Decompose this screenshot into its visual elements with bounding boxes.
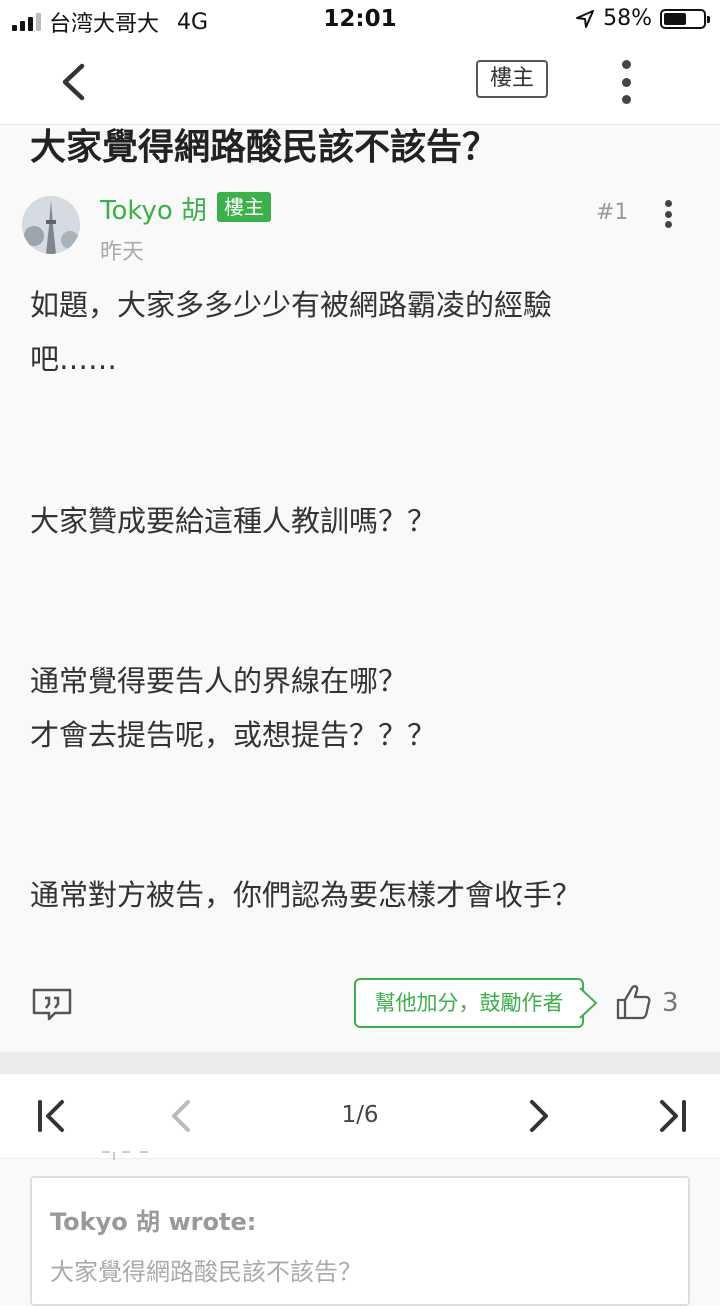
battery-fill <box>664 12 687 25</box>
quote-author: Tokyo 胡 wrote: <box>50 1208 257 1236</box>
quote-text: 大家覺得網路酸民該不該告？ <box>50 1258 362 1286</box>
post-time: 昨天 <box>100 240 145 265</box>
battery-percent: 58% <box>603 6 652 31</box>
owner-only-button[interactable]: 樓主 <box>476 60 548 98</box>
location-arrow-icon <box>576 9 595 28</box>
page-indicator[interactable]: 1/6 <box>0 1102 720 1128</box>
more-options-icon[interactable] <box>612 60 640 104</box>
next-page-icon[interactable] <box>518 1094 558 1138</box>
reply-header-peek <box>102 1151 148 1160</box>
like-count: 3 <box>662 988 679 1018</box>
back-chevron-icon[interactable] <box>56 62 90 102</box>
owner-badge: 樓主 <box>217 192 271 222</box>
pagination-bar: 1/6 <box>0 1074 720 1159</box>
thread-title: 大家覺得網路酸民該不該告？ <box>30 127 499 168</box>
post-body-line: 大家贊成要給這種人教訓嗎？？ <box>30 504 437 538</box>
nav-bar: 樓主 <box>0 40 720 125</box>
post-number: #1 <box>596 200 629 225</box>
avatar[interactable] <box>22 196 80 254</box>
praise-pointer-icon <box>579 987 598 1019</box>
post-body-line: 如題，大家多多少少有被網路霸凌的經驗 <box>30 288 553 322</box>
quote-reply-icon[interactable] <box>30 986 74 1022</box>
last-page-icon[interactable] <box>652 1094 692 1138</box>
avatar-tower-image <box>22 196 80 254</box>
quote-block: Tokyo 胡 wrote: 大家覺得網路酸民該不該告？ <box>30 1176 690 1306</box>
author-name[interactable]: Tokyo 胡 <box>100 190 207 227</box>
post-body-line: 才會去提告呢，或想提告？？？ <box>30 718 437 752</box>
post-body-line: 通常對方被告，你們認為要怎樣才會收手？ <box>30 878 582 912</box>
post-body-line: 通常覺得要告人的界線在哪？ <box>30 664 408 698</box>
thumbs-up-icon[interactable] <box>614 982 654 1022</box>
post-more-icon[interactable] <box>660 200 676 228</box>
praise-author-button[interactable]: 幫他加分，鼓勵作者 <box>354 978 584 1028</box>
status-bar: 台湾大哥大 4G 12:01 58% <box>0 0 720 40</box>
section-divider <box>0 1052 720 1074</box>
battery-icon <box>660 8 710 29</box>
status-right: 58% <box>575 6 710 31</box>
post-body-line: 吧…… <box>30 342 118 376</box>
